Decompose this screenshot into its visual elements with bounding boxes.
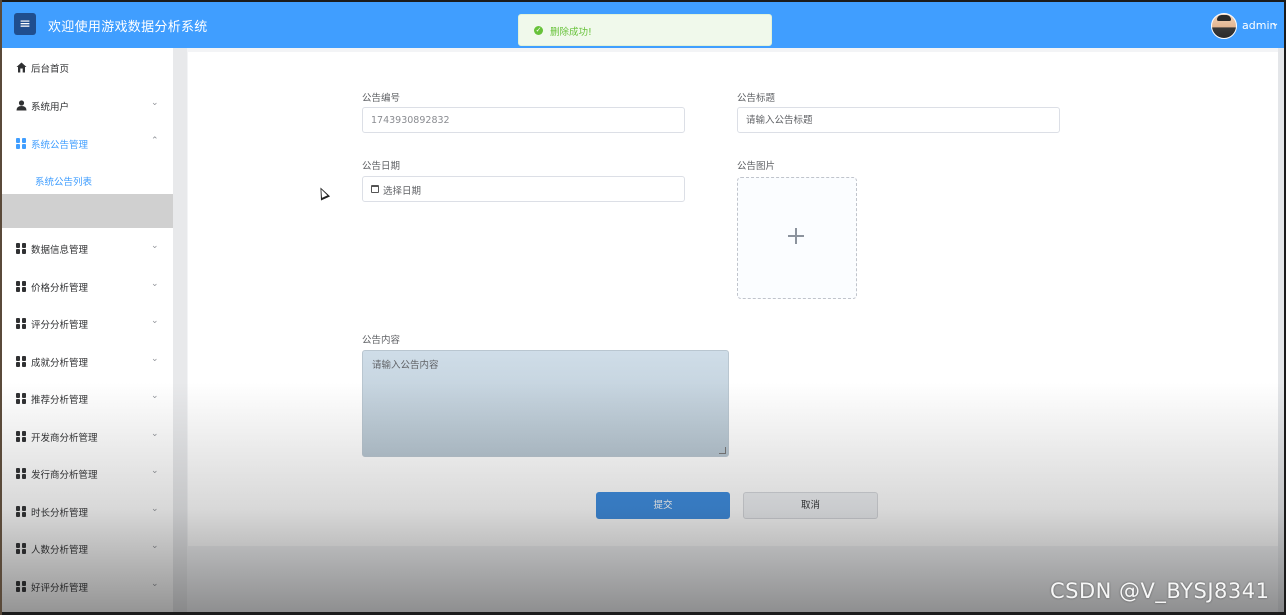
sidebar-item-publisher[interactable]: 发行商分析管理 ⌄: [2, 456, 173, 492]
right-scrollbar-track[interactable]: [1278, 48, 1284, 612]
grid-icon: [16, 318, 27, 329]
chevron-down-icon: ⌄: [151, 541, 159, 551]
sidebar-item-label: 成就分析管理: [31, 358, 89, 369]
home-icon: [16, 62, 27, 73]
sidebar-item-label: 评分分析管理: [31, 320, 89, 331]
sidebar: 后台首页 系统用户 ⌄ 系统公告管理 ⌃ 系统公告列表 数据信息管理 ⌄ 价格分: [2, 48, 173, 612]
sidebar-item-label: 推荐分析管理: [31, 395, 89, 406]
date-picker[interactable]: 选择日期: [362, 176, 685, 202]
chevron-down-icon[interactable]: ⌄: [1271, 18, 1279, 29]
sidebar-scroll-track: [173, 48, 187, 612]
app-window: ≡ 欢迎使用游戏数据分析系统 admin ⌄ ✓ 删除成功! 后台首页 系统用户…: [2, 2, 1284, 612]
grid-icon: [16, 281, 27, 292]
sidebar-item-home[interactable]: 后台首页: [2, 50, 173, 86]
plus-icon: [788, 228, 804, 244]
watermark-text: CSDN @V_BYSJ8341: [1050, 579, 1270, 603]
title-input[interactable]: [738, 108, 1059, 133]
grid-icon: [16, 581, 27, 592]
sidebar-subitem-label: 系统公告列表: [35, 177, 93, 188]
chevron-down-icon: ⌄: [151, 504, 159, 514]
success-toast: ✓ 删除成功!: [518, 14, 772, 46]
sidebar-item-label: 价格分析管理: [31, 283, 89, 294]
hamburger-icon[interactable]: ≡: [14, 13, 36, 35]
submit-button[interactable]: 提交: [596, 492, 730, 519]
calendar-icon: [371, 185, 379, 193]
chevron-down-icon: ⌄: [151, 279, 159, 289]
image-uploader[interactable]: [737, 177, 857, 299]
chevron-down-icon: ⌄: [151, 466, 159, 476]
chevron-up-icon: ⌃: [151, 136, 159, 146]
sidebar-item-label: 系统用户: [31, 102, 70, 113]
sidebar-item-label: 好评分析管理: [31, 583, 89, 594]
sidebar-item-users[interactable]: 系统用户 ⌄: [2, 88, 173, 124]
number-label: 公告编号: [362, 93, 401, 104]
sidebar-item-positive-review[interactable]: 好评分析管理 ⌄: [2, 569, 173, 605]
form-panel: [188, 52, 1278, 546]
sidebar-item-developer[interactable]: 开发商分析管理 ⌄: [2, 419, 173, 455]
sidebar-item-duration[interactable]: 时长分析管理 ⌄: [2, 494, 173, 530]
grid-icon: [16, 138, 27, 149]
user-icon: [16, 100, 27, 111]
cancel-button[interactable]: 取消: [743, 492, 878, 519]
chevron-down-icon: ⌄: [151, 354, 159, 364]
check-circle-icon: ✓: [534, 26, 543, 35]
resize-handle-icon[interactable]: [719, 447, 726, 454]
number-input[interactable]: [363, 108, 684, 133]
title-field[interactable]: [737, 107, 1060, 133]
sidebar-item-recommend[interactable]: 推荐分析管理 ⌄: [2, 381, 173, 417]
title-label: 公告标题: [737, 93, 776, 104]
sidebar-item-data-info[interactable]: 数据信息管理 ⌄: [2, 231, 173, 267]
content-textarea[interactable]: [362, 350, 729, 457]
sidebar-item-price[interactable]: 价格分析管理 ⌄: [2, 269, 173, 305]
date-placeholder: 选择日期: [383, 186, 422, 197]
chevron-down-icon: ⌄: [151, 316, 159, 326]
chevron-down-icon: ⌄: [151, 98, 159, 108]
grid-icon: [16, 543, 27, 554]
app-title: 欢迎使用游戏数据分析系统: [48, 20, 208, 35]
sidebar-item-label: 后台首页: [31, 64, 70, 75]
content-input[interactable]: [363, 351, 728, 456]
grid-icon: [16, 431, 27, 442]
sidebar-item-players[interactable]: 人数分析管理 ⌄: [2, 531, 173, 567]
sidebar-item-achievement[interactable]: 成就分析管理 ⌄: [2, 344, 173, 380]
sidebar-item-label: 开发商分析管理: [31, 433, 98, 444]
chevron-down-icon: ⌄: [151, 241, 159, 251]
grid-icon: [16, 468, 27, 479]
toast-message: 删除成功!: [550, 27, 592, 38]
chevron-down-icon: ⌄: [151, 429, 159, 439]
sidebar-item-label: 发行商分析管理: [31, 470, 98, 481]
sidebar-subitem-announcement-list[interactable]: 系统公告列表: [2, 164, 173, 196]
grid-icon: [16, 356, 27, 367]
sidebar-item-label: 人数分析管理: [31, 545, 89, 556]
sidebar-highlight-block: [2, 194, 173, 228]
number-field[interactable]: [362, 107, 685, 133]
sidebar-item-label: 数据信息管理: [31, 245, 89, 256]
grid-icon: [16, 243, 27, 254]
user-avatar[interactable]: [1211, 13, 1237, 39]
content-label: 公告内容: [362, 335, 401, 346]
grid-icon: [16, 393, 27, 404]
grid-icon: [16, 506, 27, 517]
sidebar-item-label: 系统公告管理: [31, 140, 89, 151]
sidebar-item-announcements[interactable]: 系统公告管理 ⌃: [2, 126, 173, 162]
image-label: 公告图片: [737, 161, 776, 172]
chevron-down-icon: ⌄: [151, 391, 159, 401]
date-label: 公告日期: [362, 161, 401, 172]
sidebar-item-label: 时长分析管理: [31, 508, 89, 519]
sidebar-item-rating[interactable]: 评分分析管理 ⌄: [2, 306, 173, 342]
chevron-down-icon: ⌄: [151, 579, 159, 589]
